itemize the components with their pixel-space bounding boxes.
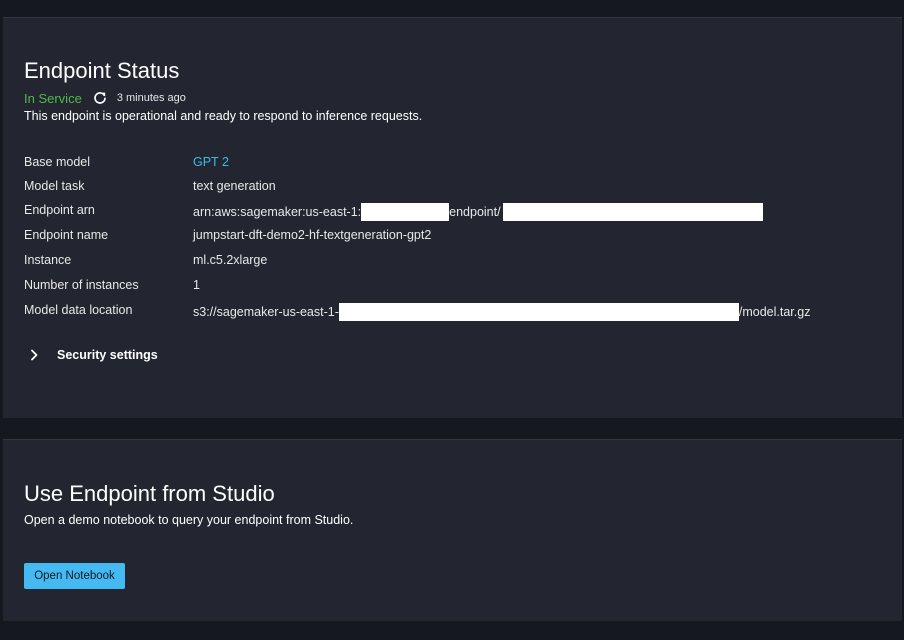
- security-settings-label: Security settings: [57, 348, 158, 362]
- studio-panel-description: Open a demo notebook to query your endpo…: [24, 513, 354, 527]
- endpoint-status-title: Endpoint Status: [24, 58, 180, 83]
- detail-label: Endpoint arn: [24, 203, 95, 217]
- number-of-instances-value: 1: [193, 278, 200, 292]
- model-data-location-value: s3://sagemaker-us-east-1- /model.tar.gz: [193, 303, 810, 321]
- endpoint-arn-mid: endpoint/: [449, 205, 501, 219]
- detail-row-endpoint-name: Endpoint name jumpstart-dft-demo2-hf-tex…: [24, 228, 884, 246]
- model-task-value: text generation: [193, 179, 276, 193]
- base-model-link[interactable]: GPT 2: [193, 155, 229, 169]
- use-endpoint-from-studio-panel: Use Endpoint from Studio Open a demo not…: [3, 439, 902, 621]
- redacted-block: [361, 203, 450, 221]
- detail-row-base-model: Base model GPT 2: [24, 155, 884, 173]
- status-line: In Service 3 minutes ago: [24, 90, 186, 106]
- model-data-location-suffix: /model.tar.gz: [738, 305, 811, 319]
- detail-row-endpoint-arn: Endpoint arn arn:aws:sagemaker:us-east-1…: [24, 203, 884, 221]
- studio-panel-title: Use Endpoint from Studio: [24, 481, 275, 506]
- open-notebook-button[interactable]: Open Notebook: [24, 563, 125, 589]
- endpoint-name-value: jumpstart-dft-demo2-hf-textgeneration-gp…: [193, 228, 432, 242]
- detail-label: Model data location: [24, 303, 133, 317]
- instance-value: ml.c5.2xlarge: [193, 253, 268, 267]
- detail-label: Instance: [24, 253, 72, 267]
- endpoint-arn-value: arn:aws:sagemaker:us-east-1: endpoint/: [193, 203, 763, 221]
- detail-label: Base model: [24, 155, 91, 169]
- status-badge: In Service: [24, 90, 82, 106]
- model-data-location-prefix: s3://sagemaker-us-east-1-: [193, 305, 339, 319]
- detail-row-number-of-instances: Number of instances 1: [24, 278, 884, 296]
- redacted-block: [338, 303, 739, 321]
- endpoint-status-description: This endpoint is operational and ready t…: [24, 109, 423, 123]
- redacted-block: [502, 203, 763, 221]
- last-updated-text: 3 minutes ago: [116, 92, 186, 104]
- detail-row-model-data-location: Model data location s3://sagemaker-us-ea…: [24, 303, 884, 321]
- refresh-icon[interactable]: [93, 91, 107, 105]
- endpoint-status-panel: Endpoint Status In Service 3 minutes ago…: [3, 17, 902, 418]
- detail-label: Model task: [24, 179, 85, 193]
- chevron-right-icon: [29, 349, 39, 361]
- endpoint-arn-prefix: arn:aws:sagemaker:us-east-1:: [193, 205, 362, 219]
- detail-label: Number of instances: [24, 278, 139, 292]
- detail-row-instance: Instance ml.c5.2xlarge: [24, 253, 884, 271]
- detail-label: Endpoint name: [24, 228, 109, 242]
- security-settings-toggle[interactable]: Security settings: [29, 348, 158, 362]
- detail-row-model-task: Model task text generation: [24, 179, 884, 197]
